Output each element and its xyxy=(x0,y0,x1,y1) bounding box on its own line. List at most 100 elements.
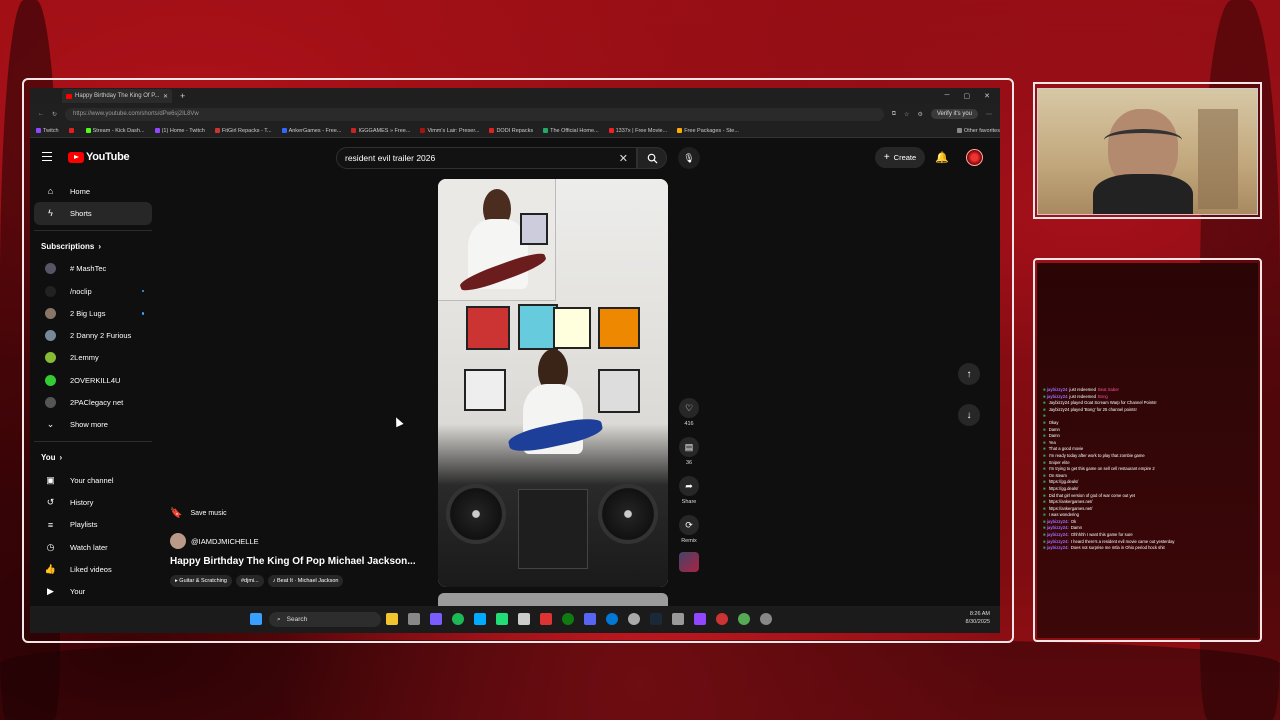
spotify-icon[interactable] xyxy=(452,613,464,625)
sidebar-item-liked-videos[interactable]: 👍 Liked videos xyxy=(34,558,152,580)
audio-thumbnail[interactable] xyxy=(679,552,699,572)
sidebar-item-home[interactable]: ⌂ Home xyxy=(34,180,152,202)
bookmark-item[interactable]: DODI Repacks xyxy=(489,128,533,134)
search-input[interactable]: resident evil trailer 2026 ✕ xyxy=(336,147,637,169)
sidebar-item-subscription[interactable]: # MashTec xyxy=(34,258,152,280)
tag-label: Guitar & Scratching xyxy=(179,578,227,584)
sidebar-item-subscription[interactable]: 2Lemmy xyxy=(34,347,152,369)
bookmark-item[interactable]: Other favorites xyxy=(956,128,1000,134)
bookmark-favicon-icon xyxy=(677,128,683,133)
you-header[interactable]: You › xyxy=(30,447,156,469)
close-tab-icon[interactable]: ✕ xyxy=(163,93,168,100)
back-icon[interactable]: ← xyxy=(38,111,44,117)
menu-icon[interactable] xyxy=(42,152,52,161)
save-music-button[interactable]: 🔖 Save music xyxy=(170,508,440,519)
bookmark-item[interactable]: 1337x | Free Movie... xyxy=(608,128,667,134)
sidebar-item-label: /noclip xyxy=(70,286,92,296)
tag-pill[interactable]: ♪ Beat It · Michael Jackson xyxy=(267,575,344,587)
bookmark-item[interactable]: Stream - Kick Dash... xyxy=(85,128,145,134)
bookmark-item[interactable]: Twitch xyxy=(36,128,59,134)
minimize-icon[interactable]: ─ xyxy=(945,92,950,100)
chat-badge-icon: ■ xyxy=(1043,492,1047,498)
voice-search-button[interactable]: 🎙 xyxy=(678,147,700,169)
like-button[interactable]: ♡ xyxy=(679,398,699,418)
sidebar-item-playlists[interactable]: ≡ Playlists xyxy=(34,514,152,536)
remix-button[interactable]: ⟳ xyxy=(679,515,699,535)
favorite-star-icon[interactable]: ☆ xyxy=(904,111,909,118)
steam-icon[interactable] xyxy=(650,613,662,625)
windows-start-icon[interactable] xyxy=(250,613,262,625)
sidebar-item-subscription[interactable]: 2 Big Lugs xyxy=(34,302,152,324)
sidebar-item-subscription[interactable]: 2OVERKILL4U xyxy=(34,369,152,391)
bookmarks-bar: Twitch Stream - Kick Dash... (1) Home - Tw… xyxy=(30,124,1000,138)
short-title[interactable]: Happy Birthday The King Of Pop Michael J… xyxy=(170,556,440,567)
maximize-icon[interactable]: ▢ xyxy=(964,92,971,100)
sidebar-item-watch-later[interactable]: ◷ Watch later xyxy=(34,536,152,558)
short-video-player[interactable] xyxy=(438,179,668,587)
xbox-icon[interactable] xyxy=(562,613,574,625)
sidebar-item-your-videos[interactable]: ▶ Your xyxy=(34,580,152,602)
account-avatar[interactable] xyxy=(966,149,983,166)
twitch-icon[interactable] xyxy=(694,613,706,625)
sidebar-item-subscription[interactable]: 2PAClegacy net xyxy=(34,391,152,413)
create-button[interactable]: + Create xyxy=(875,147,925,168)
channel-row[interactable]: @IAMDJMICHELLE xyxy=(170,533,440,549)
sidebar-item-your-channel[interactable]: ▣ Your channel xyxy=(34,469,152,491)
browser-tab-active[interactable]: Happy Birthday The King Of P... ✕ xyxy=(62,89,172,103)
previous-short-button[interactable]: ↑ xyxy=(958,363,980,385)
chat-message: ■ jaybizzy24: Ok xyxy=(1043,519,1253,526)
notifications-bell-icon[interactable]: 🔔 xyxy=(935,151,949,164)
channel-avatar xyxy=(45,397,56,409)
app-icon[interactable] xyxy=(628,613,640,625)
show-more-button[interactable]: ⌄ Show more xyxy=(34,414,152,436)
app-icon[interactable] xyxy=(540,613,552,625)
app-icon[interactable] xyxy=(518,613,530,625)
settings-icon[interactable]: ⚙ xyxy=(917,111,922,118)
tag-pill[interactable]: ▸ Guitar & Scratching xyxy=(170,575,232,587)
search-button[interactable] xyxy=(637,147,667,169)
chat-username: jaybizzy24: xyxy=(1046,538,1069,544)
bookmark-item[interactable]: The Official Home... xyxy=(543,128,599,134)
sidebar-item-shorts[interactable]: ϟ Shorts xyxy=(34,202,152,225)
comments-button[interactable]: ▤ xyxy=(679,437,699,457)
app-icon[interactable] xyxy=(738,613,750,625)
sidebar-item-subscription[interactable]: 2 Danny 2 Furious xyxy=(34,324,152,346)
settings-icon[interactable] xyxy=(760,613,772,625)
edge-icon[interactable] xyxy=(606,613,618,625)
verify-profile-button[interactable]: Verify it's you xyxy=(930,109,978,119)
discord-icon[interactable] xyxy=(584,613,596,625)
refresh-icon[interactable]: ↻ xyxy=(52,111,57,118)
sidebar-item-history[interactable]: ↺ History xyxy=(34,491,152,513)
subscriptions-header[interactable]: Subscriptions › xyxy=(30,236,156,258)
close-window-icon[interactable]: ✕ xyxy=(984,92,990,100)
app-icon[interactable] xyxy=(430,613,442,625)
share-button[interactable]: ➦ xyxy=(679,476,699,496)
bookmark-item[interactable]: AnkerGames - Free... xyxy=(281,128,341,134)
chat-badge-icon: ■ xyxy=(1043,452,1047,458)
system-tray-clock[interactable]: 8:26 AM 8/30/2025 xyxy=(966,610,990,626)
store-icon[interactable] xyxy=(408,613,420,625)
clear-search-icon[interactable]: ✕ xyxy=(619,152,628,165)
app-icon[interactable] xyxy=(672,613,684,625)
file-explorer-icon[interactable] xyxy=(386,613,398,625)
youtube-logo-text: YouTube xyxy=(86,151,130,163)
bookmark-item[interactable]: IGGGAMES » Free... xyxy=(351,128,410,134)
bookmark-item[interactable] xyxy=(68,128,76,133)
url-field[interactable]: https://www.youtube.com/shorts/dPw6sj2IL… xyxy=(65,107,884,121)
obs-icon[interactable] xyxy=(716,613,728,625)
sidebar-item-subscription[interactable]: /noclip xyxy=(34,280,152,302)
taskbar-search[interactable]: ⌕ Search xyxy=(269,612,381,627)
tag-pill[interactable]: #djmi... xyxy=(235,575,264,587)
bookmark-item[interactable]: FitGirl Repacks - T... xyxy=(214,128,272,134)
bookmark-item[interactable]: Free Packages - Ste... xyxy=(677,128,739,134)
more-menu-icon[interactable]: ⋯ xyxy=(986,111,992,118)
app-icon[interactable] xyxy=(496,613,508,625)
next-short-preview[interactable] xyxy=(438,593,668,607)
bookmark-item[interactable]: Vimm's Lair: Preser... xyxy=(420,128,479,134)
youtube-logo[interactable]: YouTube xyxy=(68,151,130,163)
new-tab-button[interactable]: + xyxy=(180,91,185,101)
app-icon[interactable] xyxy=(474,613,486,625)
extensions-icon[interactable]: ⧉ xyxy=(892,111,896,118)
bookmark-item[interactable]: (1) Home - Twitch xyxy=(154,128,205,134)
next-short-button[interactable]: ↓ xyxy=(958,404,980,426)
